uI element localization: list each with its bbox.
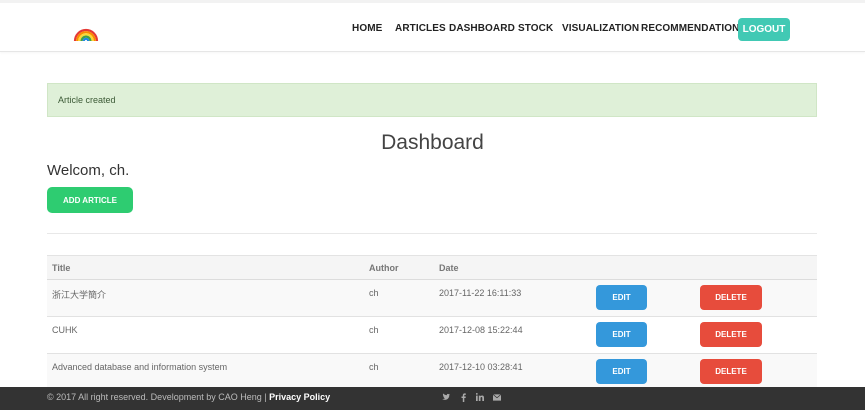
header-author: Author [369, 263, 399, 273]
header-title: Title [52, 263, 71, 273]
page-title: Dashboard [381, 131, 484, 154]
nav-visualization[interactable]: VISUALIZATION [562, 23, 639, 34]
table-row: CUHK ch 2017-12-08 15:22:44 EDIT DELETE [47, 317, 817, 354]
divider [47, 233, 817, 234]
delete-button[interactable]: DELETE [700, 285, 762, 310]
top-navbar: HOME ARTICLES DASHBOARD STOCK VISUALIZAT… [0, 0, 865, 52]
delete-button[interactable]: DELETE [700, 322, 762, 347]
row-date: 2017-11-22 16:11:33 [439, 288, 522, 298]
row-title: CUHK [52, 325, 78, 335]
footer: © 2017 All right reserved. Development b… [0, 387, 865, 410]
table-header: Title Author Date [47, 255, 817, 280]
welcome-text: Welcom, ch. [47, 162, 130, 179]
nav-stock[interactable]: STOCK [518, 23, 553, 34]
header-date: Date [439, 263, 459, 273]
articles-table: Title Author Date 浙江大学簡介 ch 2017-11-22 1… [47, 255, 817, 391]
facebook-icon[interactable] [459, 391, 467, 403]
rainbow-logo-icon[interactable] [72, 16, 100, 42]
alert-message: Article created [58, 95, 116, 105]
social-links [442, 391, 501, 403]
row-date: 2017-12-08 15:22:44 [439, 325, 523, 335]
table-row: Advanced database and information system… [47, 354, 817, 391]
edit-button[interactable]: EDIT [596, 285, 647, 310]
logout-button[interactable]: LOGOUT [738, 18, 790, 41]
delete-button[interactable]: DELETE [700, 359, 762, 384]
twitter-icon[interactable] [442, 391, 450, 403]
nav-recommendation[interactable]: RECOMMENDATION [641, 23, 739, 34]
nav-articles[interactable]: ARTICLES [395, 23, 446, 34]
footer-text: © 2017 All right reserved. Development b… [47, 392, 330, 402]
nav-dashboard[interactable]: DASHBOARD [449, 23, 515, 34]
footer-separator: | [264, 392, 267, 402]
copyright-text: © 2017 All right reserved. Development b… [47, 392, 262, 402]
row-title: 浙江大学簡介 [52, 290, 107, 300]
linkedin-icon[interactable] [476, 391, 484, 403]
nav-home[interactable]: HOME [352, 23, 382, 34]
success-alert: Article created [47, 83, 817, 117]
edit-button[interactable]: EDIT [596, 322, 647, 347]
row-date: 2017-12-10 03:28:41 [439, 362, 523, 372]
privacy-policy-link[interactable]: Privacy Policy [269, 392, 330, 402]
edit-button[interactable]: EDIT [596, 359, 647, 384]
envelope-icon[interactable] [493, 391, 501, 403]
row-title: Advanced database and information system [52, 362, 228, 372]
row-author: ch [369, 362, 379, 372]
add-article-button[interactable]: ADD ARTICLE [47, 187, 133, 213]
row-author: ch [369, 325, 379, 335]
row-author: ch [369, 288, 379, 298]
table-row: 浙江大学簡介 ch 2017-11-22 16:11:33 EDIT DELET… [47, 280, 817, 317]
